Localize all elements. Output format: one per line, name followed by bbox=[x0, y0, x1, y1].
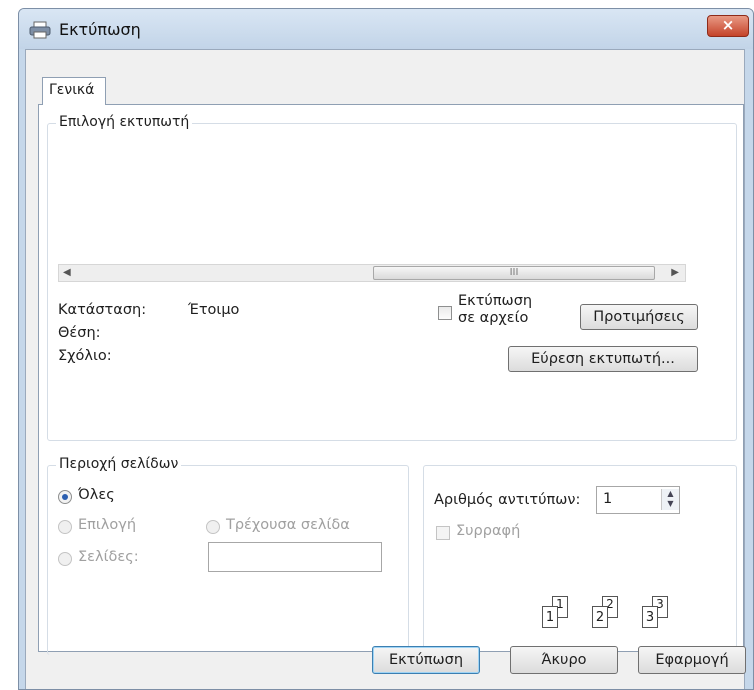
title-bar[interactable]: Εκτύπωση × bbox=[19, 9, 753, 49]
copies-number-label: Αριθμός αντιτύπων: bbox=[434, 492, 581, 508]
tab-panel: Επιλογή εκτυπωτή ◀ III ▶ Κατάσταση: Έτοι… bbox=[38, 104, 744, 655]
tab-general-label: Γενικά bbox=[49, 82, 95, 98]
dialog-body: Γενικά Επιλογή εκτυπωτή ◀ III ▶ Κατάστασ… bbox=[25, 49, 746, 689]
collate-label[interactable]: Συρραφή bbox=[456, 523, 520, 539]
collate-icon: 1 1 2 2 3 3 bbox=[542, 596, 692, 646]
radio-pages-label[interactable]: Σελίδες: bbox=[78, 549, 139, 565]
cancel-button[interactable]: Άκυρο bbox=[510, 646, 618, 674]
copies-value: 1 bbox=[603, 491, 613, 507]
page-range-title: Περιοχή σελίδων bbox=[56, 456, 182, 472]
collate-page-front: 1 bbox=[542, 606, 558, 628]
copies-spinner[interactable]: 1 ▲ ▼ bbox=[596, 486, 680, 514]
preferences-button[interactable]: Προτιμήσεις bbox=[580, 304, 698, 330]
scroll-right-icon[interactable]: ▶ bbox=[671, 267, 679, 278]
location-label: Θέση: bbox=[58, 325, 101, 341]
printer-selection-title: Επιλογή εκτυπωτή bbox=[56, 114, 193, 130]
scroll-thumb[interactable]: III bbox=[373, 266, 655, 280]
radio-current-page-label[interactable]: Τρέχουσα σελίδα bbox=[226, 517, 350, 533]
print-dialog: Εκτύπωση × Γενικά Επιλογή εκτυπωτή ◀ III… bbox=[18, 8, 754, 690]
radio-current-page[interactable] bbox=[206, 520, 220, 534]
status-value: Έτοιμο bbox=[188, 302, 240, 318]
collate-checkbox[interactable] bbox=[436, 526, 450, 540]
scroll-left-icon[interactable]: ◀ bbox=[63, 267, 71, 278]
close-button[interactable]: × bbox=[707, 15, 749, 37]
scroll-thumb-grip: III bbox=[509, 267, 519, 278]
copies-group: Αριθμός αντιτύπων: 1 ▲ ▼ Συρραφή 1 1 2 2… bbox=[423, 465, 737, 655]
spin-down-icon[interactable]: ▼ bbox=[662, 499, 679, 509]
collate-page-front: 3 bbox=[642, 606, 658, 628]
apply-button[interactable]: Εφαρμογή bbox=[638, 646, 746, 674]
find-printer-button[interactable]: Εύρεση εκτυπωτή... bbox=[508, 346, 698, 372]
pages-input[interactable] bbox=[208, 542, 382, 572]
print-to-file-checkbox[interactable] bbox=[438, 306, 452, 320]
printer-list-scrollbar[interactable]: ◀ III ▶ bbox=[58, 264, 686, 282]
printer-icon bbox=[29, 21, 51, 39]
print-to-file-label-line1: Εκτύπωση bbox=[458, 293, 533, 309]
page-range-group: Περιοχή σελίδων Όλες Επιλογή Τρέχουσα σε… bbox=[47, 456, 409, 655]
radio-pages[interactable] bbox=[58, 552, 72, 566]
spin-up-icon[interactable]: ▲ bbox=[662, 489, 679, 499]
print-button[interactable]: Εκτύπωση bbox=[372, 646, 480, 674]
radio-selection-label[interactable]: Επιλογή bbox=[78, 517, 136, 533]
radio-all-pages-label[interactable]: Όλες bbox=[78, 487, 115, 503]
copies-spin-buttons[interactable]: ▲ ▼ bbox=[661, 489, 679, 510]
close-icon: × bbox=[721, 16, 735, 34]
print-to-file-label-line2: σε αρχείο bbox=[458, 310, 529, 326]
printer-selection-group: Επιλογή εκτυπωτή ◀ III ▶ Κατάσταση: Έτοι… bbox=[47, 114, 737, 441]
status-label: Κατάσταση: bbox=[58, 302, 147, 318]
radio-all-pages[interactable] bbox=[58, 490, 72, 504]
radio-selection[interactable] bbox=[58, 520, 72, 534]
comment-label: Σχόλιο: bbox=[58, 348, 112, 364]
tab-general[interactable]: Γενικά bbox=[42, 77, 106, 105]
window-title: Εκτύπωση bbox=[59, 20, 141, 39]
collate-page-front: 2 bbox=[592, 606, 608, 628]
